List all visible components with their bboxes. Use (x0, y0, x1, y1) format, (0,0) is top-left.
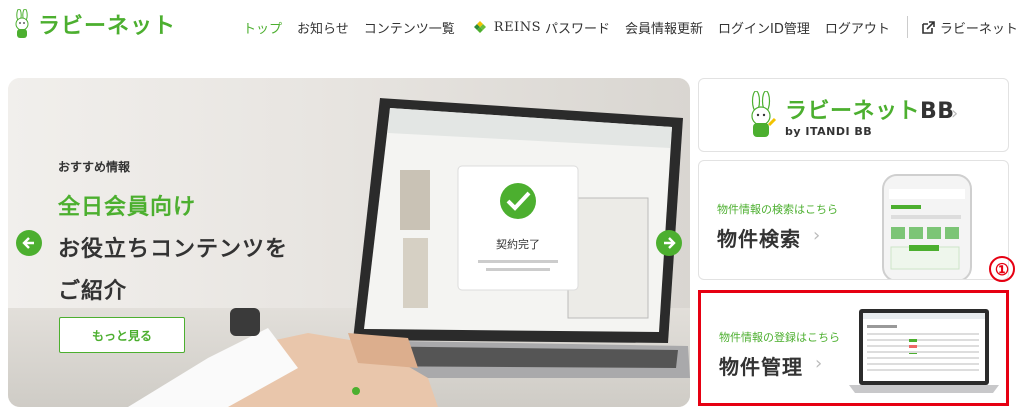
slider-dot-active[interactable] (352, 387, 360, 395)
main-nav: トップ お知らせ コンテンツ一覧 REINS パスワード 会員情報更新 ログインI… (243, 16, 1019, 38)
nav-divider (906, 16, 908, 38)
chevron-right-icon: › (951, 103, 959, 124)
logo-text: ラビーネット (38, 14, 177, 39)
rabbit-mascot-icon (751, 91, 777, 137)
hero-kicker: おすすめ情報 (58, 160, 131, 174)
rabbit-mascot-icon (15, 9, 29, 38)
bb-by-line: by ITANDI BB (785, 124, 873, 138)
hero-slider: 契約完了 おすすめ情報 全日会員向け お役立ちコンテンツを ご紹介 もっと見る (8, 78, 690, 407)
phone-mockup-image (882, 174, 972, 279)
hero-headline-line2: お役立ちコンテンツを (58, 237, 289, 262)
bb-title: ラビーネットBB (785, 98, 955, 124)
chevron-right-icon: › (815, 353, 823, 374)
nav-item-top[interactable]: トップ (243, 18, 282, 37)
chevron-right-icon: › (813, 225, 821, 246)
hero-headline-line3: ご紹介 (58, 279, 128, 304)
rabbynet-bb-logo: ラビーネットBB by ITANDI BB (743, 91, 955, 139)
nav-item-reins-password[interactable]: REINS パスワード (470, 18, 610, 37)
card-property-search[interactable]: 物件情報の検索はこちら 物件検索 › (698, 160, 1009, 280)
arrow-right-icon (664, 237, 676, 249)
reins-brand-label: REINS (493, 19, 541, 35)
hero-copy: おすすめ情報 全日会員向け お役立ちコンテンツを ご紹介 (58, 158, 288, 305)
nav-item-logout[interactable]: ログアウト (825, 18, 890, 37)
manage-card-subtitle: 物件情報の登録はこちら (719, 331, 840, 344)
manage-card-title: 物件管理 (719, 355, 803, 379)
external-link-icon (922, 20, 935, 34)
nav-item-news[interactable]: お知らせ (297, 18, 349, 37)
arrow-left-icon (22, 237, 34, 249)
site-header: ラビーネット トップ お知らせ コンテンツ一覧 REINS パスワード 会員情報更… (0, 0, 1019, 52)
slider-prev-button[interactable] (16, 230, 42, 256)
search-card-title: 物件検索 (717, 227, 801, 251)
svg-text:契約完了: 契約完了 (496, 237, 540, 251)
more-button[interactable]: もっと見る (59, 317, 185, 353)
external-link-bb[interactable]: ラビーネットBB (922, 18, 1019, 37)
card-rabbynet-bb[interactable]: ラビーネットBB by ITANDI BB › (698, 78, 1009, 152)
slider-next-button[interactable] (656, 230, 682, 256)
laptop-mockup-image (849, 309, 999, 393)
hero-headline-line1: 全日会員向け (58, 195, 197, 220)
site-logo[interactable]: ラビーネット (10, 8, 176, 40)
search-card-subtitle: 物件情報の検索はこちら (717, 203, 838, 216)
card-property-management[interactable]: 物件情報の登録はこちら 物件管理 › (698, 290, 1009, 406)
external-link-label: ラビーネットBB (939, 21, 1019, 37)
nav-item-login-id[interactable]: ログインID管理 (718, 18, 810, 37)
annotation-marker-1: ① (989, 256, 1015, 282)
nav-item-member-update[interactable]: 会員情報更新 (625, 18, 703, 37)
reins-diamond-icon (473, 21, 486, 33)
reins-password-label: パスワード (544, 21, 610, 37)
nav-item-contents[interactable]: コンテンツ一覧 (364, 18, 455, 37)
